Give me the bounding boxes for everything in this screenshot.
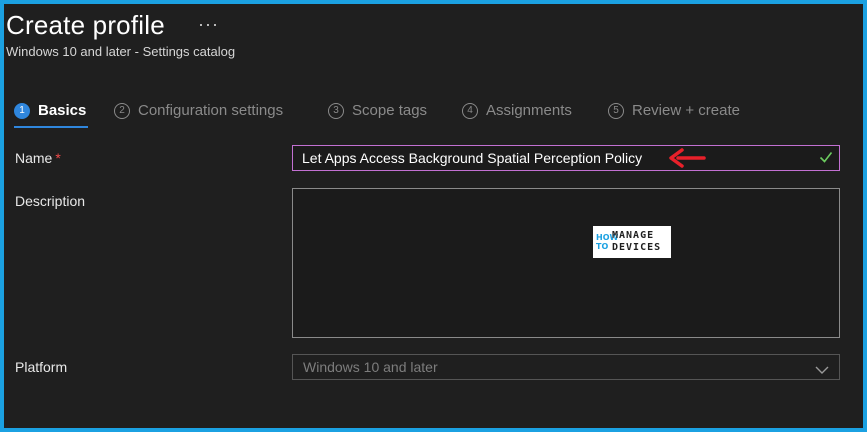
- tab-review-create[interactable]: 5 Review + create: [608, 102, 740, 119]
- tab-label: Basics: [38, 102, 87, 119]
- annotation-arrow-icon: [668, 147, 706, 174]
- tab-configuration-settings[interactable]: 2 Configuration settings: [114, 102, 283, 119]
- required-marker: *: [55, 150, 61, 166]
- platform-label: Platform: [15, 359, 68, 375]
- more-options-button[interactable]: ···: [198, 14, 219, 35]
- description-textarea[interactable]: HOW TO MANAGE DEVICES: [292, 188, 840, 338]
- platform-value: Windows 10 and later: [303, 359, 438, 375]
- logo-how-text: HOW: [596, 233, 619, 242]
- active-tab-indicator: [14, 126, 88, 128]
- tab-assignments[interactable]: 4 Assignments: [462, 102, 572, 119]
- step-number-1: 1: [14, 102, 30, 119]
- page-title: Create profile: [6, 10, 165, 40]
- step-number-2: 2: [114, 102, 130, 119]
- chevron-down-icon: [815, 362, 829, 378]
- step-number-5: 5: [608, 102, 624, 119]
- step-number-3: 3: [328, 102, 344, 119]
- tab-label: Review + create: [632, 102, 740, 119]
- description-label: Description: [15, 193, 86, 209]
- tab-basics[interactable]: 1 Basics: [14, 102, 86, 119]
- checkmark-icon: [819, 150, 833, 167]
- name-label: Name *: [15, 150, 61, 166]
- logo-devices-text: DEVICES: [612, 242, 662, 253]
- name-field-value: Let Apps Access Background Spatial Perce…: [302, 150, 643, 166]
- tab-label: Configuration settings: [138, 102, 284, 119]
- logo-to-text: TO: [596, 242, 609, 251]
- tab-label: Scope tags: [352, 102, 428, 119]
- page-subtitle: Windows 10 and later - Settings catalog: [6, 44, 236, 59]
- tab-scope-tags[interactable]: 3 Scope tags: [328, 102, 427, 119]
- tab-label: Assignments: [486, 102, 572, 119]
- create-profile-panel: Create profile ··· Windows 10 and later …: [4, 4, 863, 428]
- step-number-4: 4: [462, 102, 478, 119]
- how-to-manage-devices-logo: HOW TO MANAGE DEVICES: [593, 226, 671, 258]
- logo-manage-text: MANAGE: [612, 230, 655, 241]
- name-field[interactable]: Let Apps Access Background Spatial Perce…: [292, 145, 840, 171]
- platform-dropdown[interactable]: Windows 10 and later: [292, 354, 840, 380]
- name-label-text: Name: [15, 150, 53, 166]
